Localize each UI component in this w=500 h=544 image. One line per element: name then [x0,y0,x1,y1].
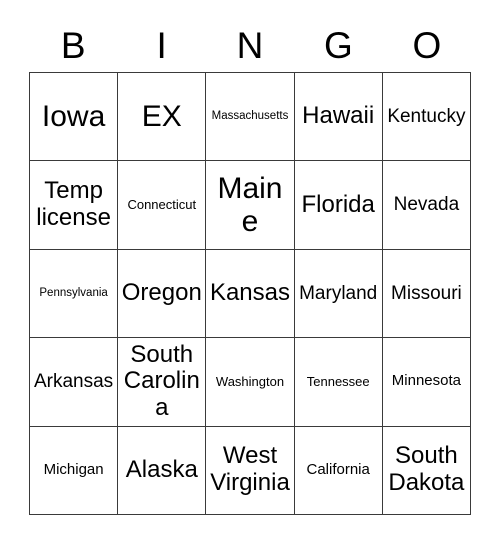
bingo-header-letter-i: I [156,24,167,66]
bingo-cell[interactable]: South Dakota [382,426,471,515]
bingo-cell[interactable]: Connecticut [118,161,207,250]
bingo-cell-label: Arkansas [33,371,114,393]
bingo-header-letter-b: B [60,24,86,66]
bingo-header-letter-g: G [324,24,353,66]
bingo-cell-label: Oregon [121,279,202,307]
bingo-cell-label: Iowa [41,99,106,133]
bingo-cell[interactable]: Kentucky [382,73,471,162]
bingo-cell-label: Tennessee [306,373,370,389]
bingo-cell[interactable]: Alaska [118,426,207,515]
bingo-cell-label: Alaska [125,455,198,483]
bingo-cell-label: Michigan [43,460,104,478]
bingo-cell-label: Kansas [209,279,291,307]
bingo-header-row: B I N G O [29,18,471,72]
bingo-cell-label: Massachusetts [211,110,289,123]
bingo-cell-label: Nevada [393,194,460,216]
bingo-cell[interactable]: Minnesota [382,338,471,427]
bingo-cell-label: South Carolina [123,340,200,422]
bingo-cell-label: Minnesota [391,372,461,390]
bingo-cell-label: West Virginia [210,442,290,497]
bingo-cell[interactable]: Oregon [118,249,207,339]
bingo-cell-label: South Dakota [388,442,465,497]
bingo-cell-label: Connecticut [127,196,197,212]
bingo-cell[interactable]: Florida [294,161,383,250]
bingo-cell-label: Temp license [36,177,111,232]
bingo-grid: Iowa EX Massachusetts Hawaii Kentucky Temp li… [29,72,471,515]
bingo-cell-label: Missouri [391,282,462,304]
bingo-cell[interactable]: Pennsylvania [30,249,119,339]
bingo-cell[interactable]: Washington [206,338,295,427]
bingo-header-letter-n: N [236,24,264,66]
bingo-cell[interactable]: California [294,426,383,515]
bingo-cell[interactable]: Hawaii [294,73,383,162]
bingo-cell[interactable]: Maryland [294,249,383,339]
bingo-cell[interactable]: Nevada [382,161,471,250]
bingo-cell-label: Kentucky [387,106,466,128]
bingo-cell[interactable]: Maine [206,161,295,250]
bingo-cell[interactable]: Arkansas [30,338,119,427]
bingo-cell[interactable]: Tennessee [294,338,383,427]
bingo-cell-label: Hawaii [302,102,375,130]
bingo-cell[interactable]: EX [118,73,207,162]
bingo-cell[interactable]: Michigan [30,426,119,515]
bingo-cell-label: Maryland [299,282,378,304]
bingo-cell[interactable]: Iowa [30,73,119,162]
bingo-cell-label: Pennsylvania [39,287,108,300]
bingo-cell-label: Maine [217,171,283,239]
bingo-cell-label: California [306,460,370,478]
bingo-cell-label: Florida [301,190,375,218]
bingo-cell[interactable]: South Carolina [118,338,207,427]
bingo-cell[interactable]: Temp license [30,161,119,250]
bingo-header-letter-o: O [412,24,442,66]
bingo-cell[interactable]: Kansas [206,249,295,339]
bingo-cell[interactable]: Missouri [382,249,471,339]
bingo-cell[interactable]: West Virginia [206,426,295,515]
bingo-cell-label: Washington [215,373,285,389]
bingo-cell-label: EX [141,99,182,133]
bingo-cell[interactable]: Massachusetts [206,73,295,162]
bingo-card: B I N G O Iowa EX Massachusetts Hawaii Kentu… [0,0,500,544]
